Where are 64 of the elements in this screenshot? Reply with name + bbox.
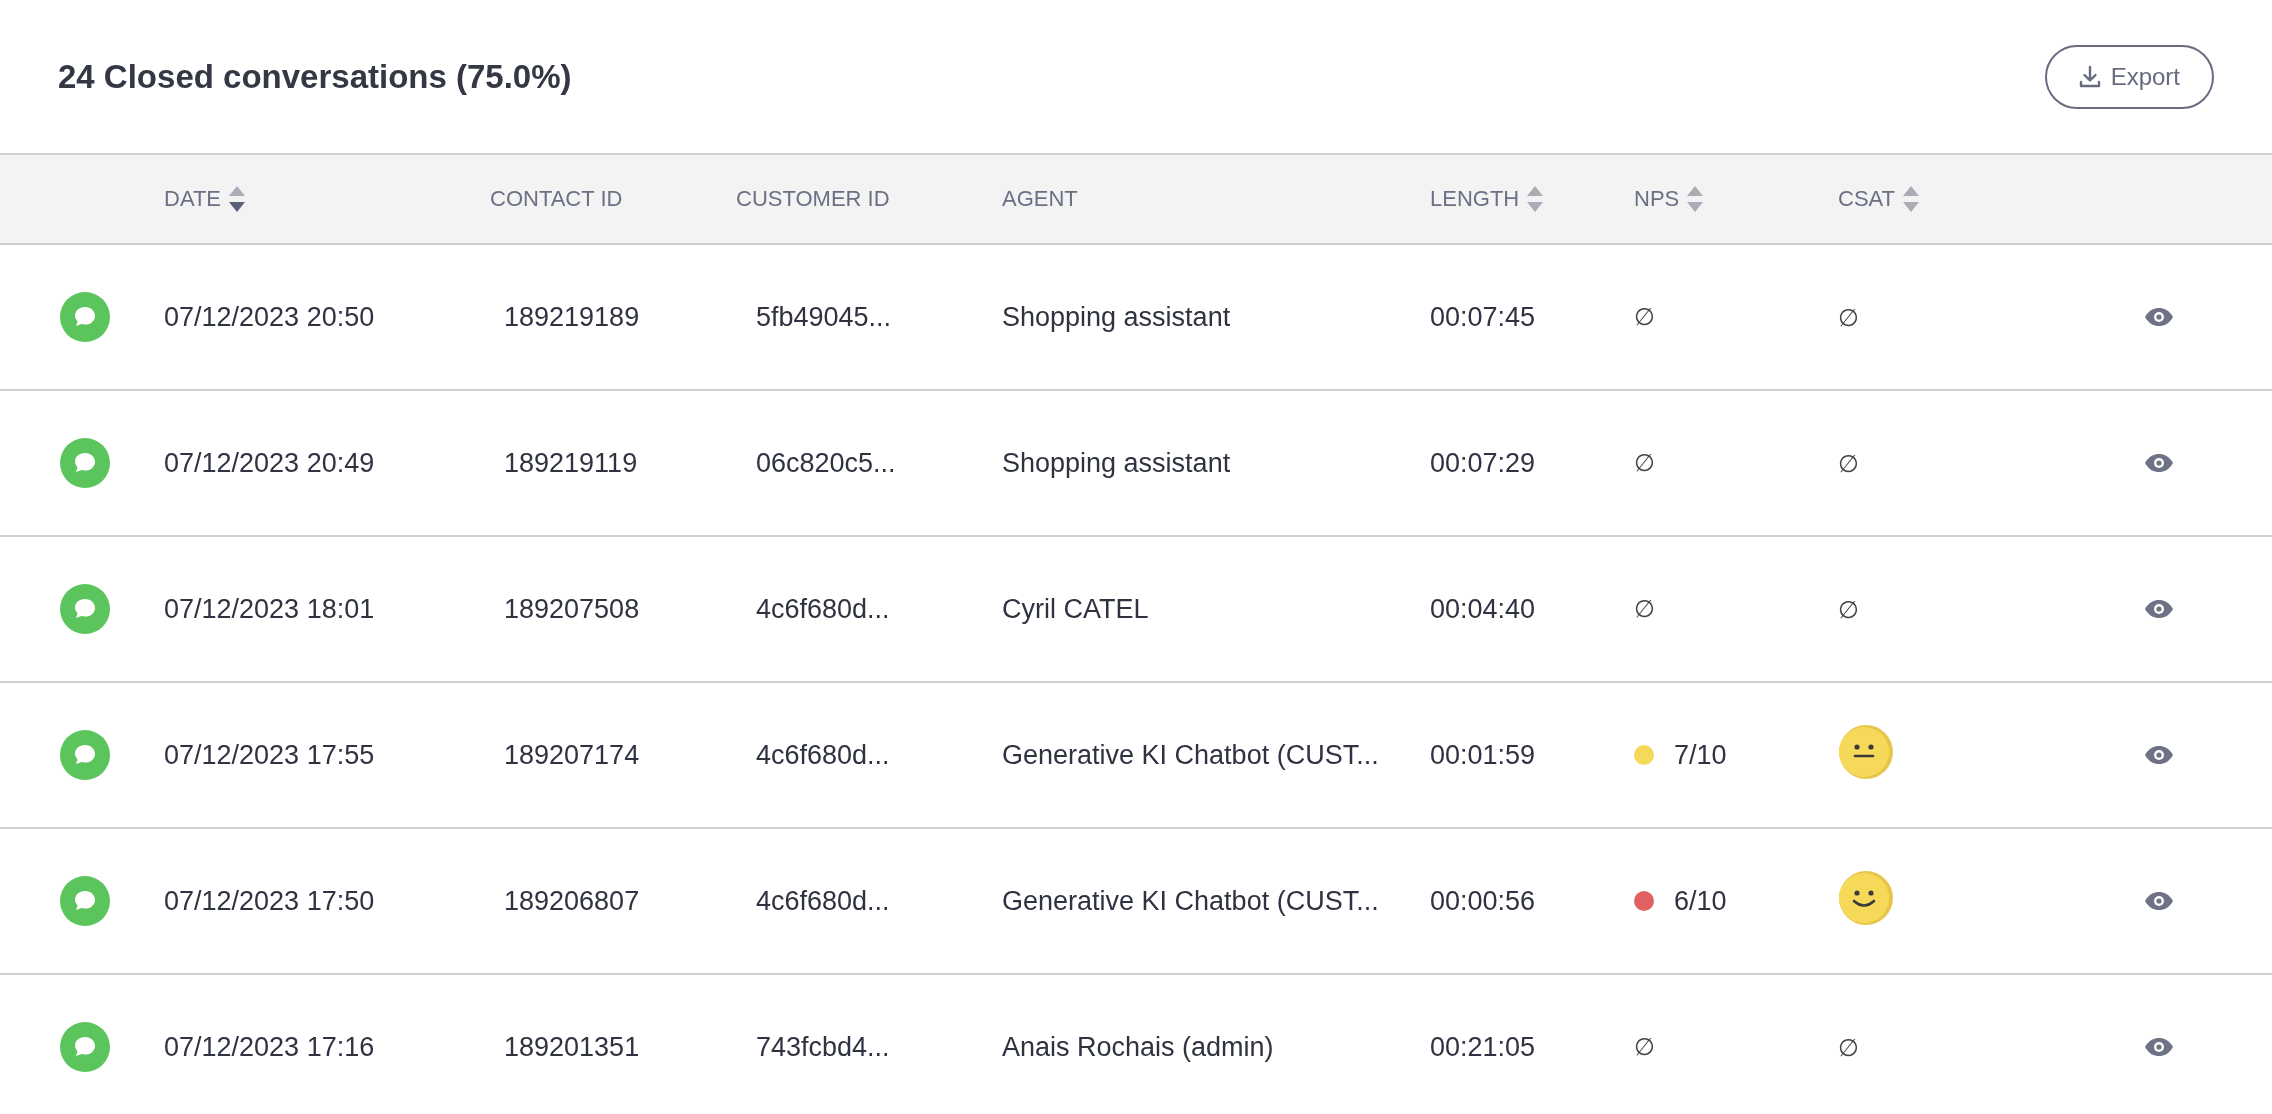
agent-cell: Shopping assistant [1002, 447, 1231, 478]
view-icon[interactable] [2144, 891, 2174, 911]
smiling-face-icon [1838, 869, 1894, 926]
chat-bubble-icon [60, 730, 110, 780]
length-cell: 00:00:56 [1430, 885, 1536, 916]
nps-cell: ∅ [1634, 303, 1655, 331]
contact-id-cell: 189206807 [504, 885, 640, 916]
agent-cell: Shopping assistant [1002, 301, 1231, 332]
agent-cell: Generative KI Chatbot (CUST... [1002, 885, 1379, 916]
column-header: CONTACT ID [490, 186, 623, 212]
length-cell: 00:21:05 [1430, 1031, 1536, 1062]
column-header: DATE [164, 186, 222, 212]
customer-id-cell: 4c6f680d... [756, 593, 890, 624]
csat-cell: ∅ [1838, 449, 1859, 477]
contact-id-cell: 189201351 [504, 1031, 640, 1062]
chat-bubble-icon [60, 438, 110, 488]
date-cell: 07/12/2023 17:55 [164, 739, 375, 770]
contact-id-cell: 189207508 [504, 593, 640, 624]
nps-cell: 6/10 [1674, 885, 1727, 917]
column-header: LENGTH [1430, 186, 1520, 212]
length-cell: 00:07:29 [1430, 447, 1536, 478]
contact-id-cell: 189207174 [504, 739, 640, 770]
customer-id-cell: 4c6f680d... [756, 885, 890, 916]
export-button[interactable]: Export [2044, 44, 2214, 109]
view-icon[interactable] [2144, 1037, 2174, 1057]
view-icon[interactable] [2144, 307, 2174, 327]
view-icon[interactable] [2144, 599, 2174, 619]
page-title: 24 Closed conversations (75.0%) [58, 57, 572, 96]
neutral-face-icon [1838, 723, 1894, 780]
date-cell: 07/12/2023 20:50 [164, 301, 375, 332]
download-icon [2078, 64, 2101, 89]
date-cell: 07/12/2023 17:50 [164, 885, 375, 916]
agent-cell: Generative KI Chatbot (CUST... [1002, 739, 1379, 770]
column-header: CSAT [1838, 186, 1896, 212]
date-cell: 07/12/2023 18:01 [164, 593, 375, 624]
nps-cell: ∅ [1634, 1033, 1655, 1061]
chat-bubble-icon [60, 1022, 110, 1072]
date-cell: 07/12/2023 17:16 [164, 1031, 375, 1062]
customer-id-cell: 4c6f680d... [756, 739, 890, 770]
contact-id-cell: 189219189 [504, 301, 640, 332]
csat-cell: ∅ [1838, 1033, 1859, 1061]
column-header: CUSTOMER ID [736, 186, 890, 212]
view-icon[interactable] [2144, 453, 2174, 473]
chat-bubble-icon [60, 876, 110, 926]
date-cell: 07/12/2023 20:49 [164, 447, 375, 478]
length-cell: 00:01:59 [1430, 739, 1536, 770]
agent-cell: Anais Rochais (admin) [1002, 1031, 1274, 1062]
nps-cell: ∅ [1634, 449, 1655, 477]
column-header: NPS [1634, 186, 1680, 212]
csat-cell: ∅ [1838, 303, 1859, 331]
chat-bubble-icon [60, 584, 110, 634]
view-icon[interactable] [2144, 745, 2174, 765]
csat-cell: ∅ [1838, 595, 1859, 623]
nps-cell: ∅ [1634, 595, 1655, 623]
column-header: AGENT [1002, 186, 1078, 212]
customer-id-cell: 743fcbd4... [756, 1031, 890, 1062]
chat-bubble-icon [60, 292, 110, 342]
customer-id-cell: 5fb49045... [756, 301, 892, 332]
length-cell: 00:04:40 [1430, 593, 1536, 624]
nps-cell: 7/10 [1674, 739, 1727, 771]
contact-id-cell: 189219119 [504, 447, 638, 478]
length-cell: 00:07:45 [1430, 301, 1536, 332]
customer-id-cell: 06c820c5... [756, 447, 896, 478]
agent-cell: Cyril CATEL [1002, 593, 1149, 624]
